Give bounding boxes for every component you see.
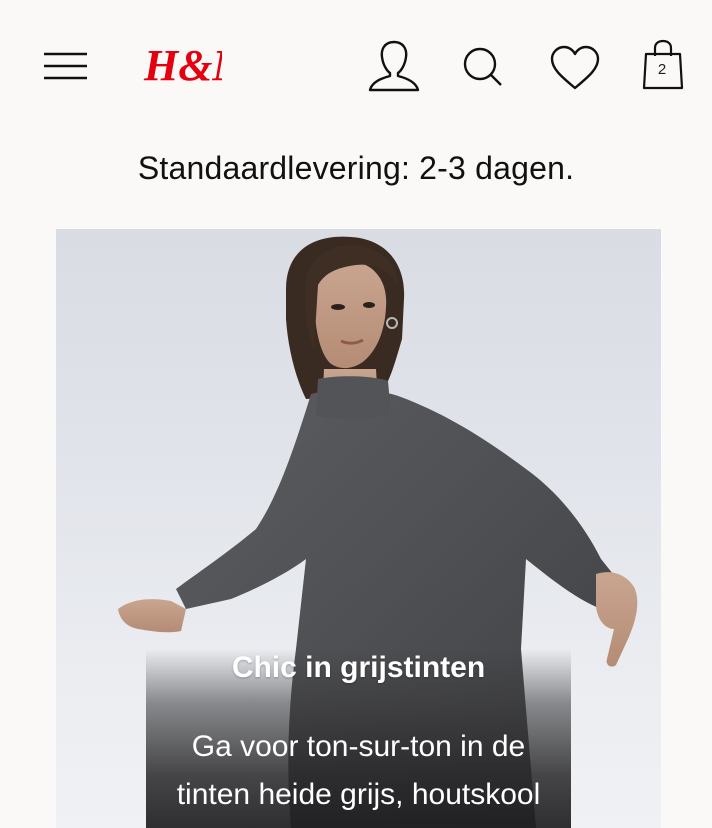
shopping-bag-button[interactable]: 2 <box>638 38 688 94</box>
search-button[interactable] <box>458 42 508 92</box>
account-button[interactable] <box>364 38 424 94</box>
hero-description-line-2: tinten heide grijs, houtskool <box>176 778 541 811</box>
hero-caption: Chic in grijstinten Ga voor ton-sur-ton … <box>146 649 571 828</box>
search-icon <box>463 47 502 86</box>
heart-icon <box>550 45 600 90</box>
wishlist-button[interactable] <box>548 44 602 92</box>
hero-description: Ga voor ton-sur-ton in de tinten heide g… <box>146 723 571 819</box>
hamburger-menu-icon <box>44 52 87 80</box>
hm-logo[interactable]: H&M <box>142 34 253 94</box>
user-icon <box>368 40 420 92</box>
brand-logo: H&M <box>143 41 253 90</box>
bag-count-badge: 2 <box>657 61 667 78</box>
hero-description-line-1: Ga voor ton-sur-ton in de <box>191 730 526 763</box>
menu-button[interactable] <box>40 46 92 86</box>
hero-banner[interactable]: Chic in grijstinten Ga voor ton-sur-ton … <box>56 229 661 828</box>
svg-text:H&M: H&M <box>143 41 222 90</box>
site-header: H&M 2 <box>0 0 712 130</box>
hero-title: Chic in grijstinten <box>231 651 486 684</box>
delivery-notice: Standaardlevering: 2-3 dagen. <box>137 150 575 186</box>
